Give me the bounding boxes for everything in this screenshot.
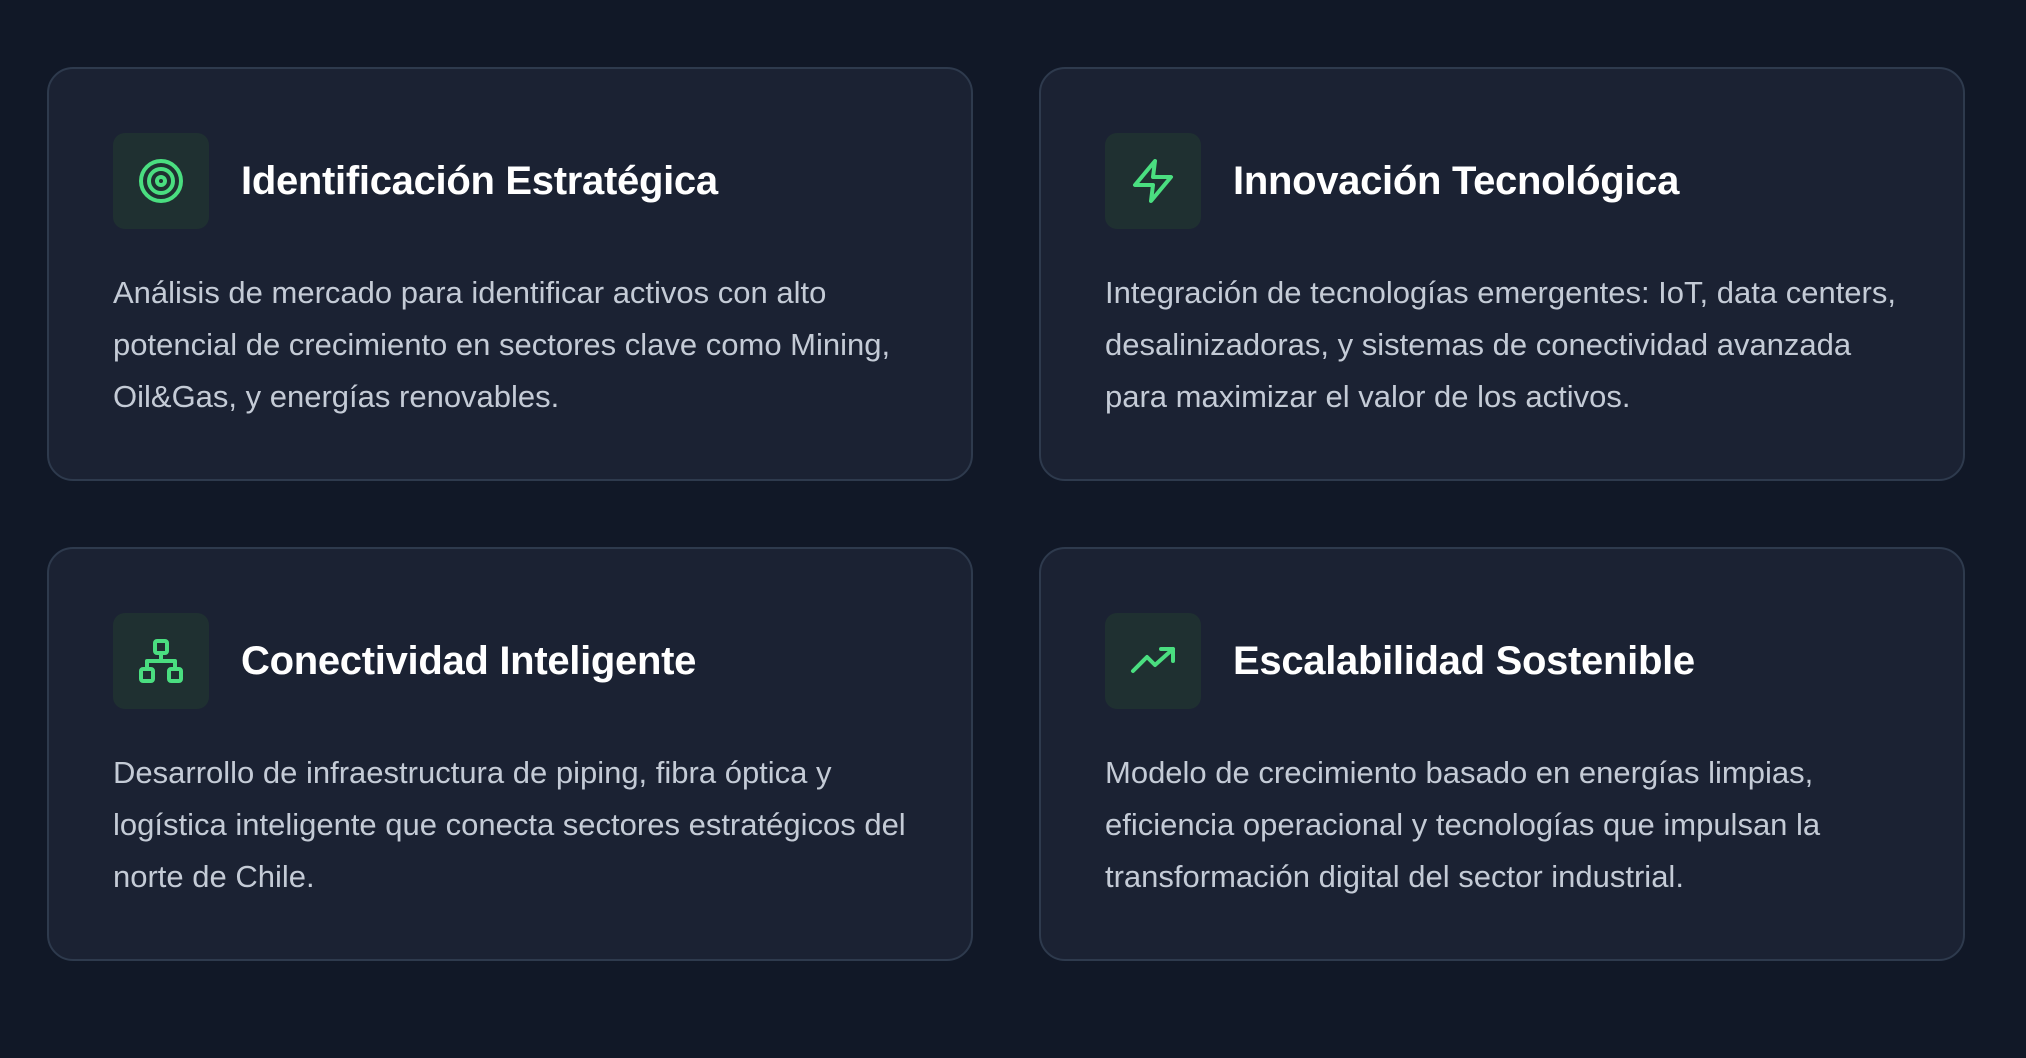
network-hierarchy-icon <box>139 639 183 683</box>
card-header: Innovación Tecnológica <box>1105 133 1899 229</box>
card-title: Escalabilidad Sostenible <box>1233 638 1695 683</box>
icon-container <box>1105 133 1201 229</box>
card-title: Identificación Estratégica <box>241 158 718 203</box>
icon-container <box>113 133 209 229</box>
card-title: Innovación Tecnológica <box>1233 158 1680 203</box>
feature-card-escalabilidad: Escalabilidad Sostenible Modelo de creci… <box>1039 547 1965 961</box>
card-description: Desarrollo de infraestructura de piping,… <box>113 755 906 894</box>
icon-container <box>1105 613 1201 709</box>
trending-up-icon <box>1131 647 1175 673</box>
feature-card-identificacion: Identificación Estratégica Análisis de m… <box>47 67 973 481</box>
feature-card-conectividad: Conectividad Inteligente Desarrollo de i… <box>47 547 973 961</box>
card-title: Conectividad Inteligente <box>241 638 697 683</box>
feature-card-innovacion: Innovación Tecnológica Integración de te… <box>1039 67 1965 481</box>
card-description: Modelo de crecimiento basado en energías… <box>1105 755 1821 894</box>
lightning-bolt-icon <box>1133 159 1173 203</box>
card-header: Conectividad Inteligente <box>113 613 907 709</box>
icon-container <box>113 613 209 709</box>
features-grid: Identificación Estratégica Análisis de m… <box>47 67 1965 961</box>
card-description: Análisis de mercado para identificar act… <box>113 275 891 414</box>
card-header: Escalabilidad Sostenible <box>1105 613 1899 709</box>
card-header: Identificación Estratégica <box>113 133 907 229</box>
target-icon <box>139 159 183 203</box>
card-description: Integración de tecnologías emergentes: I… <box>1105 275 1896 414</box>
